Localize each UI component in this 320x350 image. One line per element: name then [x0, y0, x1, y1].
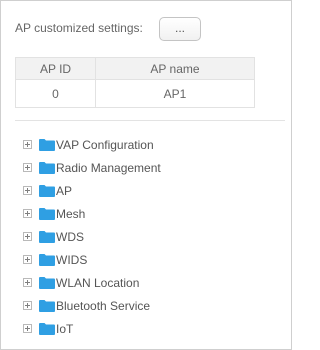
- tree-item-ap[interactable]: AP: [23, 179, 161, 202]
- folder-icon: [39, 254, 55, 266]
- expand-plus-icon[interactable]: [23, 140, 32, 149]
- expand-plus-icon[interactable]: [23, 209, 32, 218]
- tree-item-wlan-location[interactable]: WLAN Location: [23, 271, 161, 294]
- ap-table: AP ID AP name 0 AP1: [15, 57, 255, 108]
- folder-icon: [39, 139, 55, 151]
- folder-icon: [39, 323, 55, 335]
- tree-item-label: WDS: [56, 229, 84, 244]
- folder-icon: [39, 208, 55, 220]
- ap-settings-label: AP customized settings:: [15, 21, 143, 35]
- folder-icon: [39, 162, 55, 174]
- expand-plus-icon[interactable]: [23, 255, 32, 264]
- folder-icon: [39, 277, 55, 289]
- cell-ap-id: 0: [15, 79, 96, 108]
- expand-plus-icon[interactable]: [23, 232, 32, 241]
- table-row[interactable]: 0 AP1: [15, 79, 255, 108]
- tree-item-label: WIDS: [56, 252, 88, 267]
- expand-plus-icon[interactable]: [23, 163, 32, 172]
- folder-icon: [39, 231, 55, 243]
- ap-settings-browse-button[interactable]: ...: [159, 17, 201, 41]
- tree-item-label: WLAN Location: [56, 275, 140, 290]
- tree-item-label: Bluetooth Service: [56, 298, 151, 313]
- tree-item-iot[interactable]: IoT: [23, 317, 161, 340]
- tree-item-label: Radio Management: [56, 160, 161, 175]
- tree-item-mesh[interactable]: Mesh: [23, 202, 161, 225]
- tree-item-bluetooth-service[interactable]: Bluetooth Service: [23, 294, 161, 317]
- tree-item-label: IoT: [56, 321, 74, 336]
- tree-item-wds[interactable]: WDS: [23, 225, 161, 248]
- tree-item-radio-management[interactable]: Radio Management: [23, 156, 161, 179]
- tree-item-vap-configuration[interactable]: VAP Configuration: [23, 133, 161, 156]
- tree-item-label: AP: [56, 183, 73, 198]
- column-header-ap-id: AP ID: [15, 57, 96, 80]
- tree-item-wids[interactable]: WIDS: [23, 248, 161, 271]
- tree-item-label: Mesh: [56, 206, 86, 221]
- expand-plus-icon[interactable]: [23, 186, 32, 195]
- tree-item-label: VAP Configuration: [56, 137, 154, 152]
- config-panel: AP customized settings: ... AP ID AP nam…: [0, 0, 292, 350]
- divider: [15, 120, 285, 121]
- folder-icon: [39, 300, 55, 312]
- table-header-row: AP ID AP name: [15, 57, 255, 80]
- config-tree: VAP Configuration Radio Management AP Me…: [23, 133, 161, 340]
- column-header-ap-name: AP name: [95, 57, 255, 80]
- folder-icon: [39, 185, 55, 197]
- expand-plus-icon[interactable]: [23, 324, 32, 333]
- cell-ap-name: AP1: [95, 79, 255, 108]
- expand-plus-icon[interactable]: [23, 301, 32, 310]
- expand-plus-icon[interactable]: [23, 278, 32, 287]
